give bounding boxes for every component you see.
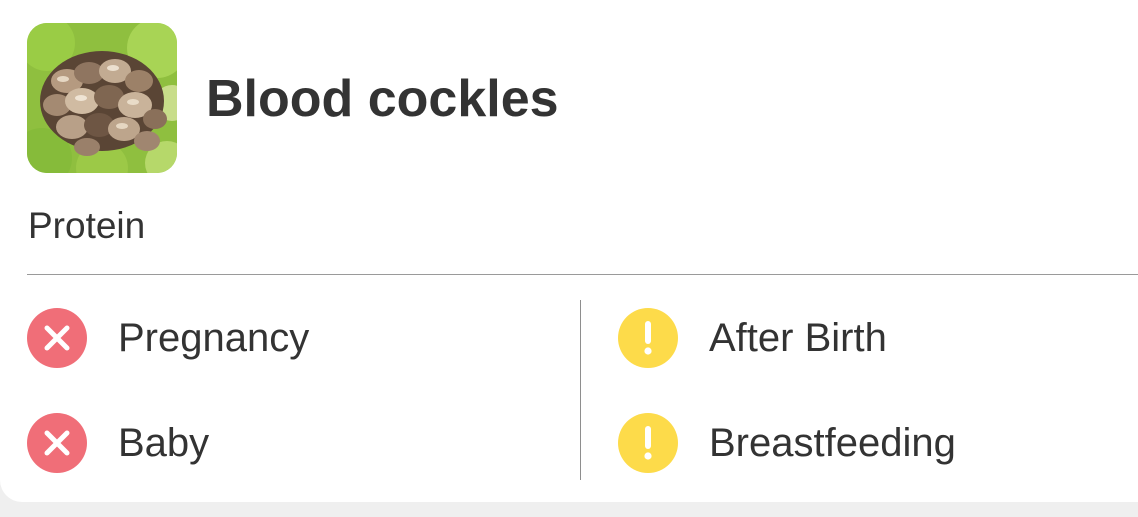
exclamation-circle-icon [618,413,678,473]
status-label: Pregnancy [118,316,310,360]
status-breastfeeding: Breastfeeding [618,413,956,473]
section-divider [27,274,1138,275]
food-category: Protein [28,205,146,246]
status-label: Breastfeeding [709,421,956,465]
status-baby: Baby [27,413,209,473]
status-pregnancy: Pregnancy [27,308,309,368]
exclamation-circle-icon [618,308,678,368]
x-circle-icon [27,413,87,473]
food-card[interactable]: Blood cockles Protein Pregnancy Baby Aft… [0,0,1138,502]
status-label: After Birth [709,316,887,360]
column-divider [580,300,581,480]
status-after-birth: After Birth [618,308,887,368]
x-circle-icon [27,308,87,368]
food-image [27,23,177,173]
food-name: Blood cockles [206,70,559,128]
status-label: Baby [118,421,210,465]
